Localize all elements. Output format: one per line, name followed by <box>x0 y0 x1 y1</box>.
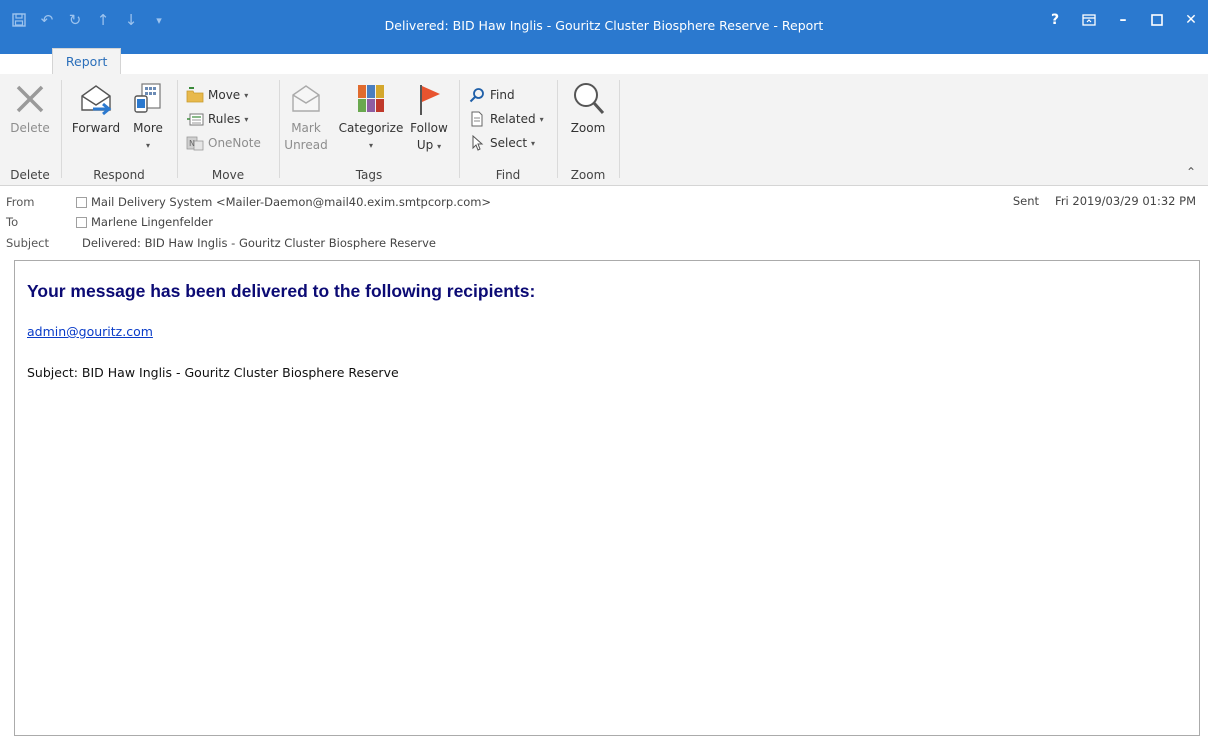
sent-value: Fri 2019/03/29 01:32 PM <box>1055 194 1196 208</box>
more-dropdown-icon: ▾ <box>145 141 150 150</box>
window-controls: ? – ✕ <box>1038 6 1208 34</box>
message-header: From Mail Delivery System <Mailer-Daemon… <box>0 188 1208 260</box>
mark-unread-button[interactable]: Mark Unread <box>284 78 328 154</box>
sent-info: Sent Fri 2019/03/29 01:32 PM <box>1013 194 1196 208</box>
rules-button[interactable]: Rules ▾ <box>186 108 248 130</box>
select-button[interactable]: Select ▾ <box>468 132 535 154</box>
move-dropdown-icon: ▾ <box>244 90 249 100</box>
related-label: Related <box>490 112 536 126</box>
search-icon <box>468 86 486 104</box>
more-respond-button[interactable]: More ▾ <box>126 78 170 154</box>
message-body: Your message has been delivered to the f… <box>14 260 1200 736</box>
to-row: To Marlene Lingenfelder <box>0 213 213 231</box>
to-checkbox[interactable] <box>76 216 87 228</box>
forward-label: Forward <box>71 121 121 135</box>
group-delete: Delete Delete <box>0 76 60 184</box>
move-button[interactable]: Move ▾ <box>186 84 248 106</box>
move-label: Move <box>208 88 241 102</box>
categorize-label: Categorize <box>338 121 404 135</box>
group-label-zoom: Zoom <box>570 168 606 182</box>
group-zoom: Zoom Zoom <box>558 76 618 184</box>
follow-up-button[interactable]: Follow Up ▾ <box>406 78 452 155</box>
follow-label: Follow <box>410 121 448 135</box>
onenote-icon: N <box>186 134 204 152</box>
group-find: Find Related ▾ Select ▾ Find <box>460 76 556 184</box>
up-label: Up ▾ <box>416 138 442 152</box>
more-respond-icon <box>128 78 168 120</box>
minimize-button[interactable]: – <box>1106 6 1140 34</box>
cursor-icon <box>468 134 486 152</box>
group-label-delete: Delete <box>10 168 50 182</box>
delivery-heading: Your message has been delivered to the f… <box>27 281 536 301</box>
select-label: Select <box>490 136 528 150</box>
recipient-link[interactable]: admin@gouritz.com <box>27 324 153 339</box>
group-label-tags: Tags <box>355 168 383 182</box>
group-tags: Mark Unread Categorize ▾ Follow Up ▾ Tag… <box>280 76 458 184</box>
rules-label: Rules <box>208 112 241 126</box>
collapse-ribbon-icon[interactable]: ⌃ <box>1186 165 1196 179</box>
from-label: From <box>6 195 35 209</box>
tab-file[interactable]: File <box>3 48 48 74</box>
title-bar: ↶ ↻ ↑ ↓ ▾ Delivered: BID Haw Inglis - Go… <box>0 0 1208 54</box>
mark-unread-icon <box>286 78 326 120</box>
sent-label: Sent <box>1012 194 1040 208</box>
zoom-magnifier-icon <box>568 78 608 120</box>
subject-row: Subject Delivered: BID Haw Inglis - Gour… <box>0 234 436 252</box>
zoom-label: Zoom <box>570 121 606 135</box>
move-folder-icon <box>186 86 204 104</box>
group-move: Move ▾ Rules ▾ N OneNote Move <box>178 76 278 184</box>
rules-dropdown-icon: ▾ <box>244 114 249 124</box>
close-button[interactable]: ✕ <box>1174 6 1208 34</box>
window-title: Delivered: BID Haw Inglis - Gouritz Clus… <box>384 18 824 33</box>
related-button[interactable]: Related ▾ <box>468 108 544 130</box>
group-label-respond: Respond <box>93 168 145 182</box>
mark-label: Mark <box>291 121 321 135</box>
from-row: From Mail Delivery System <Mailer-Daemon… <box>0 193 491 211</box>
delete-x-icon <box>10 78 50 120</box>
forward-envelope-icon <box>76 78 116 120</box>
select-dropdown-icon: ▾ <box>531 138 536 148</box>
related-document-icon <box>468 110 486 128</box>
find-label: Find <box>490 88 515 102</box>
onenote-label: OneNote <box>208 136 261 150</box>
zoom-button[interactable]: Zoom <box>564 78 612 137</box>
onenote-button[interactable]: N OneNote <box>186 132 261 154</box>
find-button[interactable]: Find <box>468 84 515 106</box>
ribbon: Delete Delete Forward More ▾ Respond Mov… <box>0 74 1208 186</box>
flag-icon <box>409 78 449 120</box>
group-respond: Forward More ▾ Respond <box>62 76 176 184</box>
from-checkbox[interactable] <box>76 196 87 208</box>
delete-label: Delete <box>10 121 50 135</box>
subject-label: Subject <box>6 236 49 250</box>
group-label-find: Find <box>495 168 521 182</box>
subject-value: Delivered: BID Haw Inglis - Gouritz Clus… <box>82 236 436 250</box>
categorize-dropdown-icon: ▾ <box>368 141 373 150</box>
ribbon-tabs: File Report <box>0 48 122 74</box>
ribbon-display-options-icon[interactable] <box>1072 6 1106 34</box>
rules-icon <box>186 110 204 128</box>
original-subject: Subject: BID Haw Inglis - Gouritz Cluste… <box>27 365 399 380</box>
categorize-button[interactable]: Categorize ▾ <box>336 78 406 154</box>
group-divider <box>619 80 620 178</box>
to-label: To <box>6 215 19 229</box>
delete-button[interactable]: Delete <box>6 78 54 137</box>
unread-label: Unread <box>284 138 328 152</box>
to-value[interactable]: Marlene Lingenfelder <box>91 215 213 229</box>
svg-text:N: N <box>189 139 195 148</box>
group-label-move: Move <box>211 168 245 182</box>
tab-report[interactable]: Report <box>51 48 122 74</box>
categorize-icon <box>351 78 391 120</box>
more-label: More <box>133 121 163 135</box>
help-button[interactable]: ? <box>1038 6 1072 34</box>
forward-button[interactable]: Forward <box>68 78 124 137</box>
related-dropdown-icon: ▾ <box>539 114 544 124</box>
maximize-button[interactable] <box>1140 6 1174 34</box>
from-value[interactable]: Mail Delivery System <Mailer-Daemon@mail… <box>91 195 491 209</box>
